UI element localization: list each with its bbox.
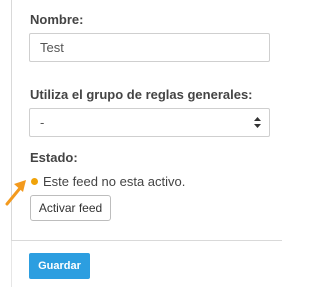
guardar-button[interactable]: Guardar xyxy=(29,253,90,279)
footer-left-border xyxy=(11,241,12,287)
status-dot-icon xyxy=(31,177,38,185)
panel-bottom-border xyxy=(11,240,282,241)
estado-label: Estado: xyxy=(30,150,78,165)
nombre-label: Nombre: xyxy=(30,12,84,27)
status-line: Este feed no esta activo. xyxy=(31,173,185,189)
nombre-input-value: Test xyxy=(40,40,64,55)
activar-feed-button[interactable]: Activar feed xyxy=(30,195,111,221)
nombre-input[interactable]: Test xyxy=(29,33,270,62)
reglas-label: Utiliza el grupo de reglas generales: xyxy=(30,87,253,102)
reglas-select-value: - xyxy=(40,115,45,130)
select-arrows-icon xyxy=(254,117,261,128)
reglas-select[interactable]: - xyxy=(29,108,270,137)
annotation-arrow-icon xyxy=(5,180,26,206)
status-text: Este feed no esta activo. xyxy=(43,173,186,189)
